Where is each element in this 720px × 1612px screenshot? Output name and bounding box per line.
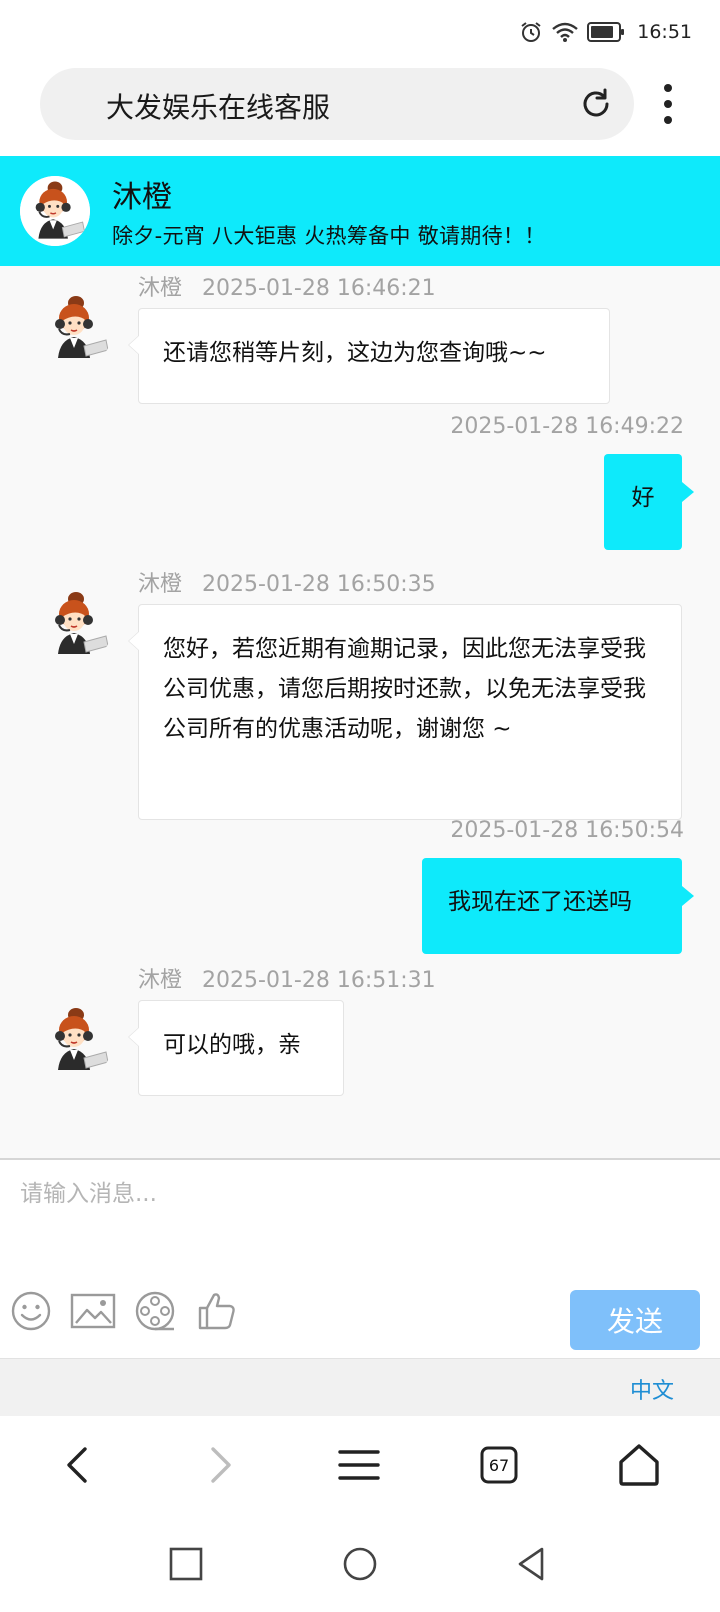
message-time: 2025-01-28 16:50:35 [202,572,436,597]
message-meta: 2025-01-28 16:49:22 [450,414,684,439]
promo-notice: 除夕-元宵 八大钜惠 火热筹备中 敬请期待！！ [112,224,546,248]
message-input[interactable] [0,1160,720,1280]
agent-message-bubble: 您好，若您近期有逾期记录，因此您无法享受我公司优惠，请您后期按时还款，以免无法享… [128,604,682,820]
message-list[interactable]: 沐橙 2025-01-28 16:46:21 还请您稍等片刻，这边为您查询哦~~ … [0,266,720,1158]
battery-icon [587,22,625,42]
system-nav-bar [0,1516,720,1612]
forward-icon[interactable] [194,1440,244,1490]
message-time: 2025-01-28 16:50:54 [450,818,684,843]
thumbs-up-icon[interactable] [196,1290,238,1332]
message-meta: 沐橙 2025-01-28 16:51:31 [138,962,436,994]
agent-avatar [20,176,90,246]
language-switch[interactable]: 中文 [630,1373,674,1405]
image-icon[interactable] [70,1290,116,1332]
agent-avatar [38,290,114,366]
browser-toolbar: 67 [0,1416,720,1516]
agent-avatar [38,1002,114,1078]
chat-header: 沐橙 除夕-元宵 八大钜惠 火热筹备中 敬请期待！！ [0,156,720,266]
user-message-bubble: 我现在还了还送吗 [422,858,694,954]
recent-apps-icon[interactable] [166,1544,206,1584]
page-title: 大发娱乐在线客服 [106,91,331,124]
home-icon[interactable] [614,1440,664,1490]
message-time: 2025-01-28 16:51:31 [202,968,436,993]
back-nav-icon[interactable] [512,1544,552,1584]
agent-message-bubble: 可以的哦，亲 [128,1000,344,1096]
language-bar: 中文 [0,1358,720,1416]
home-nav-icon[interactable] [340,1544,380,1584]
message-sender: 沐橙 [138,968,183,993]
status-bar: 16:51 [0,0,720,62]
message-meta: 沐橙 2025-01-28 16:46:21 [138,270,436,302]
emoji-icon[interactable] [10,1290,52,1332]
agent-avatar [38,586,114,662]
reload-icon[interactable] [578,86,614,122]
video-reel-icon[interactable] [134,1290,176,1332]
address-field[interactable]: 大发娱乐在线客服 [40,68,634,140]
tab-count: 67 [488,1455,510,1475]
agent-message-bubble: 还请您稍等片刻，这边为您查询哦~~ [128,308,610,404]
status-icons: 16:51 [519,18,692,46]
wifi-icon [552,22,579,42]
menu-icon[interactable] [334,1440,384,1490]
composer: 发送 [0,1158,720,1358]
message-meta: 沐橙 2025-01-28 16:50:35 [138,566,436,598]
more-menu-icon[interactable] [656,82,680,126]
user-message-bubble: 好 [604,454,694,550]
browser-address-bar: 大发娱乐在线客服 [0,62,720,156]
agent-name: 沐橙 [112,180,172,215]
message-sender: 沐橙 [138,276,183,301]
send-button[interactable]: 发送 [570,1290,700,1350]
message-meta: 2025-01-28 16:50:54 [450,818,684,843]
message-time: 2025-01-28 16:49:22 [450,414,684,439]
back-icon[interactable] [54,1440,104,1490]
message-time: 2025-01-28 16:46:21 [202,276,436,301]
status-time: 16:51 [637,21,692,43]
tabs-button[interactable]: 67 [474,1440,524,1490]
alarm-icon [521,22,541,42]
message-sender: 沐橙 [138,572,183,597]
